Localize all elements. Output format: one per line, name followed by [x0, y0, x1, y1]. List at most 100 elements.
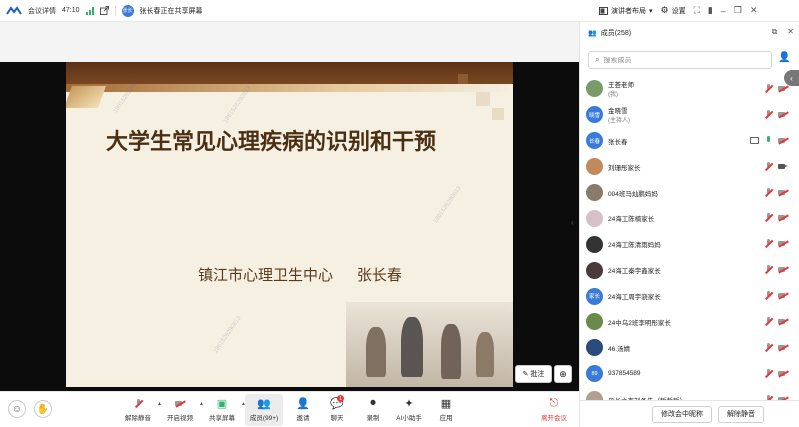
chevron-down-icon: ▾	[649, 7, 653, 15]
meeting-details-link[interactable]: 会议详情	[28, 6, 56, 16]
camera-off-icon[interactable]	[778, 344, 788, 351]
leave-meeting-button[interactable]: ⎋ 离开会议	[537, 394, 571, 426]
camera-off-icon[interactable]	[778, 214, 788, 221]
members-icon: 👥	[257, 397, 271, 410]
member-row[interactable]: 贝长之李刘备先（哲哲哲）	[580, 387, 799, 400]
rename-button[interactable]: 修改会中昵称	[652, 405, 712, 423]
mic-off-icon[interactable]	[764, 213, 773, 222]
invite-icon: 👤	[296, 397, 310, 410]
members-panel-header: 👥 成员(258) ⧉ ✕	[580, 22, 799, 44]
popout-icon[interactable]	[99, 6, 109, 15]
add-member-icon[interactable]: 👤	[778, 52, 790, 63]
member-status-icons	[764, 317, 788, 326]
photo-person	[476, 332, 494, 377]
member-row[interactable]: 24海工秦宇鑫家长	[580, 257, 799, 283]
mic-off-icon[interactable]	[764, 317, 773, 326]
mic-off-icon[interactable]	[764, 368, 773, 378]
member-row[interactable]: 家长 24海工周宇骁家长	[580, 283, 799, 309]
camera-off-icon[interactable]	[778, 240, 788, 247]
popout-icon[interactable]: ⧉	[772, 27, 778, 37]
mic-off-icon[interactable]	[764, 239, 773, 248]
member-row[interactable]: 24海工陈清雨妈妈	[580, 231, 799, 257]
member-row[interactable]: 24中乌2班李明彤家长	[580, 309, 799, 335]
tencent-meeting-logo-icon	[6, 5, 22, 15]
share-screen-button[interactable]: ▣ 共享屏幕 ▲	[204, 394, 246, 426]
member-text: 46.汤婧	[608, 343, 630, 353]
member-search-input[interactable]	[603, 56, 754, 64]
member-name: 004班马灿鹏妈妈	[608, 190, 658, 198]
meeting-window: 会议详情 47:10 张长 张长春正在共享屏幕 演讲者布局 ▾ ⚙ 设置 ⛶ ▮…	[0, 0, 799, 427]
emoji-icon[interactable]: ☺	[8, 400, 26, 418]
mic-off-icon[interactable]	[764, 265, 773, 274]
member-row[interactable]: 王荟老师 (我)	[580, 76, 799, 102]
member-name: 张长春	[608, 138, 628, 146]
camera-on-icon[interactable]	[778, 163, 788, 170]
member-row[interactable]: 89 937854589	[580, 361, 799, 387]
annotate-button[interactable]: ✎ 批注	[515, 365, 552, 383]
member-text: 004班马灿鹏妈妈	[608, 188, 658, 198]
member-row[interactable]: 46.汤婧	[580, 335, 799, 361]
camera-off-icon[interactable]	[778, 137, 788, 144]
watermark: 1861526290813	[212, 315, 243, 355]
ai-assistant-button[interactable]: ✦ AI小助手	[393, 394, 425, 426]
start-video-button[interactable]: 开启视频 ▲	[162, 394, 204, 426]
top-bar: 会议详情 47:10 张长 张长春正在共享屏幕	[0, 0, 579, 22]
member-row[interactable]: 长春 张长春	[580, 128, 799, 154]
camera-off-icon[interactable]	[778, 370, 788, 377]
camera-off-icon[interactable]	[778, 318, 788, 325]
mic-off-icon[interactable]	[764, 342, 773, 352]
gear-icon: ⚙	[660, 5, 669, 15]
presentation-slide: 大学生常见心理疾病的识别和干预 镇江市心理卫生中心 张长春 1861526290…	[66, 62, 513, 387]
mic-on-icon[interactable]	[764, 135, 773, 145]
expand-tab-icon[interactable]: ‹	[784, 70, 799, 86]
close-icon[interactable]: ✕	[787, 27, 794, 37]
settings-button[interactable]: ⚙ 设置	[661, 5, 686, 16]
close-icon[interactable]: ✕	[750, 5, 758, 16]
camera-off-icon[interactable]	[778, 266, 788, 273]
mic-off-icon[interactable]	[764, 84, 773, 93]
member-row[interactable]: 刘珊彤家长	[580, 154, 799, 180]
fullscreen-icon[interactable]: ⛶	[694, 5, 700, 16]
top-right-bar: 演讲者布局 ▾ ⚙ 设置 ⛶ ▮ – ❐ ✕	[579, 0, 799, 22]
mic-off-icon[interactable]	[764, 187, 773, 197]
zoom-icon: ⊕	[559, 368, 567, 379]
member-row[interactable]: 晓雪 金晓雪 (主持人)	[580, 102, 799, 128]
ai-assistant-icon: ✦	[404, 397, 414, 410]
unmute-button[interactable]: 解除静音 ▲	[120, 394, 162, 426]
invite-button[interactable]: 👤 邀请	[290, 394, 316, 426]
layout-button[interactable]: 演讲者布局 ▾	[599, 6, 653, 16]
record-button[interactable]: ⏺ 录制	[360, 394, 386, 426]
collapse-panel-icon[interactable]: ‹	[571, 218, 579, 232]
chat-button[interactable]: 💬 聊天 1	[324, 394, 350, 426]
minimize-icon[interactable]: –	[721, 6, 726, 16]
member-row[interactable]: 24海工陈楠家长	[580, 205, 799, 231]
camera-off-icon[interactable]	[778, 189, 788, 196]
mic-off-icon[interactable]	[764, 161, 773, 171]
slide-subtitle: 镇江市心理卫生中心 张长春	[198, 264, 402, 285]
sidebar-toggle-icon[interactable]: ▮	[708, 5, 713, 16]
member-status-icons	[764, 109, 788, 119]
members-button[interactable]: 👥 成员(99+)	[245, 394, 283, 426]
camera-off-icon[interactable]	[778, 111, 788, 118]
member-text: 24海工秦宇鑫家长	[608, 265, 661, 275]
member-search[interactable]: ⌕	[588, 51, 772, 69]
member-status-icons	[764, 187, 788, 197]
member-status-icons	[764, 265, 788, 274]
restore-icon[interactable]: ❐	[734, 5, 742, 16]
member-text: 金晓雪 (主持人)	[608, 105, 630, 124]
avatar	[586, 158, 603, 176]
raise-hand-icon[interactable]: ✋	[34, 400, 52, 418]
member-status-icons	[750, 135, 788, 145]
member-text: 张长春	[608, 136, 628, 146]
unmute-self-button[interactable]: 解除静音	[718, 405, 764, 423]
settings-label: 设置	[671, 7, 686, 15]
member-row[interactable]: 004班马灿鹏妈妈	[580, 180, 799, 206]
mic-off-icon[interactable]	[764, 291, 773, 300]
slide-presenter: 张长春	[356, 266, 402, 284]
slide-corner-decoration	[66, 86, 107, 108]
camera-off-icon[interactable]	[778, 292, 788, 299]
apps-button[interactable]: ▦ 应用	[433, 394, 459, 426]
camera-off-icon[interactable]	[778, 85, 788, 92]
mic-off-icon[interactable]	[764, 109, 773, 119]
zoom-button[interactable]: ⊕	[554, 365, 572, 383]
